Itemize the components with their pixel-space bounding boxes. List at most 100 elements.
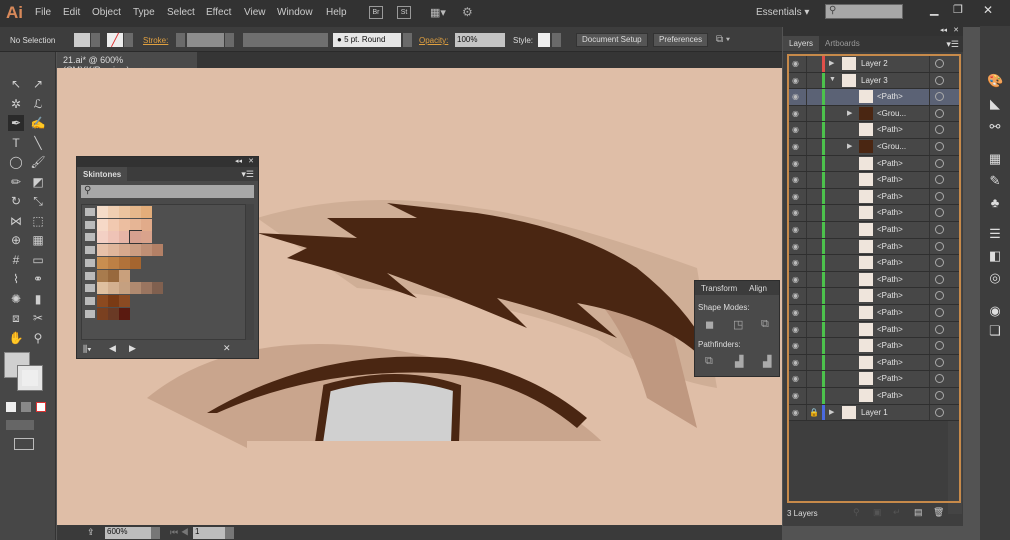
color-swatch[interactable]: [130, 218, 141, 231]
gradient-mode-button[interactable]: [21, 402, 31, 412]
color-swatch[interactable]: [119, 307, 130, 320]
brush-dropdown[interactable]: [403, 33, 412, 47]
target-circle-icon[interactable]: [935, 308, 944, 317]
visibility-eye-icon[interactable]: ◉: [792, 391, 802, 400]
layer-row[interactable]: ◉ ▶ Layer 2: [789, 56, 959, 73]
swatch-libraries-icon[interactable]: ⫼▾: [83, 344, 92, 355]
color-swatch[interactable]: [141, 218, 152, 231]
color-swatch[interactable]: [130, 206, 141, 218]
swatch-search-input[interactable]: ⚲: [81, 185, 254, 198]
target-circle-icon[interactable]: [935, 374, 944, 384]
color-swatch[interactable]: [119, 256, 130, 269]
target-circle-icon[interactable]: [935, 391, 944, 400]
visibility-eye-icon[interactable]: ◉: [792, 208, 802, 217]
document-setup-button[interactable]: Document Setup: [576, 33, 648, 47]
color-swatch[interactable]: [130, 256, 141, 269]
transparency-icon[interactable]: ◎: [987, 270, 1003, 286]
layer-name[interactable]: <Path>: [877, 275, 903, 284]
graphic-styles-icon[interactable]: ❏: [987, 323, 1003, 339]
tab-skintones[interactable]: Skintones: [77, 167, 128, 182]
layer-name[interactable]: <Grou...: [877, 142, 906, 151]
sublayer-row[interactable]: ◉ <Path>: [789, 354, 959, 372]
rotate-tool-icon[interactable]: ↻: [8, 193, 24, 209]
slice-tool-icon[interactable]: ✂: [30, 310, 46, 326]
color-swatch[interactable]: [97, 244, 108, 257]
blend-tool-icon[interactable]: ⚭: [30, 271, 46, 287]
stroke-label[interactable]: Stroke:: [143, 36, 168, 45]
swatch-group-folder-icon[interactable]: [85, 258, 95, 267]
tab-transform[interactable]: Transform: [695, 281, 743, 296]
layer-name[interactable]: Layer 3: [861, 76, 888, 85]
stroke-weight-stepper[interactable]: [176, 33, 185, 47]
expand-arrow-icon[interactable]: ▶: [847, 142, 852, 150]
fill-dropdown[interactable]: [91, 33, 100, 47]
sublayer-row[interactable]: ◉ <Path>: [789, 255, 959, 272]
stroke-icon[interactable]: ☰: [987, 226, 1003, 242]
visibility-eye-icon[interactable]: ◉: [792, 374, 802, 383]
visibility-eye-icon[interactable]: ◉: [792, 125, 802, 134]
gradient-tool-icon[interactable]: ▭: [30, 252, 46, 268]
layer-name[interactable]: Layer 1: [861, 408, 888, 417]
color-swatch[interactable]: [108, 244, 119, 257]
artboard-dropdown[interactable]: [225, 527, 234, 539]
opacity-input[interactable]: 100%: [455, 33, 505, 47]
gradient-icon[interactable]: ◧: [987, 248, 1003, 264]
new-layer-icon[interactable]: ▤: [914, 507, 923, 518]
swatch-group-folder-icon[interactable]: [85, 271, 95, 280]
color-swatch[interactable]: [119, 294, 130, 307]
swatch-group-folder-icon[interactable]: [85, 208, 95, 216]
color-swatch[interactable]: [97, 294, 108, 307]
share-icon[interactable]: ⇪: [87, 527, 95, 538]
zoom-dropdown[interactable]: [151, 527, 160, 539]
visibility-eye-icon[interactable]: ◉: [792, 291, 802, 300]
swatch-options-icon[interactable]: ✕: [223, 343, 231, 354]
merge-icon[interactable]: ▟: [763, 355, 771, 368]
visibility-eye-icon[interactable]: ◉: [792, 142, 802, 151]
visibility-eye-icon[interactable]: ◉: [792, 258, 802, 267]
fill-swatch[interactable]: [74, 33, 90, 47]
layer-name[interactable]: <Path>: [877, 308, 903, 317]
sublayer-row[interactable]: ◉ <Path>: [789, 122, 959, 139]
locate-object-icon[interactable]: ⚲: [853, 507, 860, 518]
color-swatch[interactable]: [152, 244, 163, 257]
color-swatch[interactable]: [119, 244, 130, 257]
sublayer-row[interactable]: ◉ <Path>: [789, 155, 959, 173]
color-swatch[interactable]: [108, 294, 119, 307]
variable-width-profile[interactable]: [243, 33, 328, 47]
color-swatch[interactable]: [108, 307, 119, 320]
layer-name[interactable]: <Path>: [877, 258, 903, 267]
color-swatch[interactable]: [119, 218, 130, 231]
color-swatch[interactable]: [141, 282, 152, 295]
previous-library-icon[interactable]: ◀: [109, 343, 116, 354]
sublayer-row[interactable]: ◉ <Path>: [789, 89, 959, 106]
color-swatch[interactable]: [97, 282, 108, 295]
intersect-icon[interactable]: ⧉: [761, 318, 769, 331]
color-swatch[interactable]: [97, 231, 108, 244]
eyedropper-tool-icon[interactable]: ⌇: [8, 271, 24, 287]
eraser-tool-icon[interactable]: ◩: [30, 174, 46, 190]
target-circle-icon[interactable]: [935, 241, 944, 251]
visibility-eye-icon[interactable]: ◉: [792, 175, 802, 184]
target-circle-icon[interactable]: [935, 225, 944, 234]
arrange-documents-icon[interactable]: ▦▾: [430, 6, 446, 19]
style-dropdown[interactable]: [552, 33, 561, 47]
sublayer-row[interactable]: ◉ <Path>: [789, 188, 959, 206]
free-transform-tool-icon[interactable]: ⬚: [30, 213, 46, 229]
preferences-button[interactable]: Preferences: [653, 33, 709, 47]
stroke-color-box[interactable]: [17, 365, 43, 391]
symbols-icon[interactable]: ♣: [987, 195, 1003, 211]
color-guide-icon[interactable]: ◣: [987, 96, 1003, 112]
stroke-swatch[interactable]: ╱: [107, 33, 123, 47]
sublayer-row[interactable]: ◉ <Path>: [789, 388, 959, 405]
sublayer-row[interactable]: ◉ ▶ <Grou...: [789, 139, 959, 156]
layer-name[interactable]: <Path>: [877, 291, 903, 300]
close-panel-icon[interactable]: ✕: [248, 157, 254, 165]
visibility-eye-icon[interactable]: ◉: [792, 408, 802, 417]
sublayer-row[interactable]: ◉ ▶ <Grou...: [789, 105, 959, 123]
divide-icon[interactable]: ⧉: [705, 355, 713, 368]
target-circle-icon[interactable]: [935, 142, 944, 151]
opacity-label[interactable]: Opacity:: [419, 36, 448, 45]
visibility-eye-icon[interactable]: ◉: [792, 325, 802, 334]
stroke-weight-dropdown[interactable]: [225, 33, 234, 47]
swatch-group-folder-icon[interactable]: [85, 309, 95, 318]
